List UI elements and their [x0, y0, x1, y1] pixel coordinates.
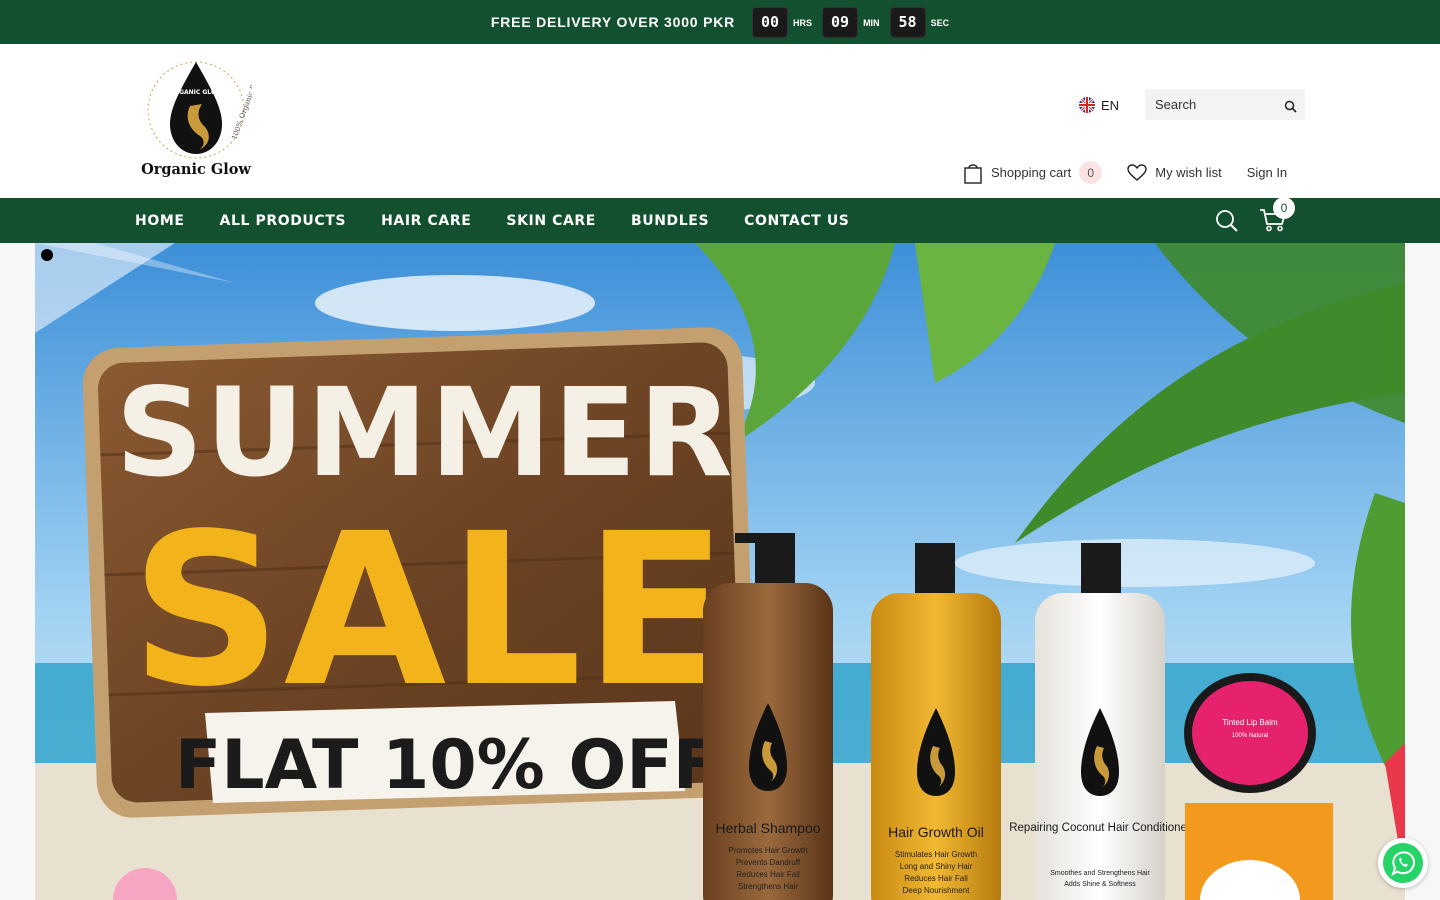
- nav-item-skin-care[interactable]: SKIN CARE: [506, 213, 596, 229]
- summer-sale-banner-image: SUMMER SALE FLAT 10% OFF Herbal Shampoo …: [35, 243, 1405, 900]
- search-icon[interactable]: [1284, 98, 1297, 117]
- svg-text:Long and Shiny Hair: Long and Shiny Hair: [900, 862, 973, 871]
- countdown-minutes-label: MIN: [863, 18, 880, 28]
- svg-text:Deep Nourishment: Deep Nourishment: [903, 886, 970, 895]
- hero-banner[interactable]: SUMMER SALE FLAT 10% OFF Herbal Shampoo …: [35, 243, 1405, 900]
- site-header: ORGANIC GLOW 100% Organic Product Organi…: [0, 44, 1440, 198]
- whatsapp-button[interactable]: [1378, 838, 1428, 888]
- site-logo[interactable]: ORGANIC GLOW 100% Organic Product Organi…: [140, 58, 266, 184]
- logo-name: Organic Glow: [141, 161, 251, 178]
- nav-item-bundles[interactable]: BUNDLES: [631, 213, 709, 229]
- svg-text:Tinted Lip Balm: Tinted Lip Balm: [1222, 718, 1278, 727]
- nav-item-hair-care[interactable]: HAIR CARE: [381, 213, 471, 229]
- wishlist-link[interactable]: My wish list: [1127, 163, 1222, 182]
- logo-drop-icon: ORGANIC GLOW 100% Organic Product: [147, 61, 266, 159]
- uk-flag-icon: [1079, 97, 1095, 113]
- nav-cart-badge: 0: [1273, 197, 1295, 219]
- svg-text:100% Natural: 100% Natural: [1232, 733, 1268, 739]
- svg-text:SALE: SALE: [130, 488, 729, 733]
- shopping-cart-link[interactable]: Shopping cart 0: [963, 161, 1103, 184]
- svg-text:Stimulates Hair Growth: Stimulates Hair Growth: [895, 850, 977, 859]
- svg-text:Promotes Hair Growth: Promotes Hair Growth: [728, 846, 807, 855]
- countdown-minutes: 09: [822, 6, 859, 38]
- svg-text:Reduces Hair Fall: Reduces Hair Fall: [904, 874, 968, 883]
- svg-text:Strengthens Hair: Strengthens Hair: [738, 882, 798, 891]
- svg-text:Repairing Coconut Hair Conditi: Repairing Coconut Hair Conditioner: [1009, 822, 1191, 834]
- shopping-cart-label: Shopping cart: [991, 165, 1072, 180]
- svg-text:ORGANIC GLOW: ORGANIC GLOW: [169, 89, 223, 96]
- slider-dot[interactable]: [41, 249, 53, 261]
- countdown-seconds: 58: [889, 6, 926, 38]
- account-links: Shopping cart 0 My wish list Sign In: [963, 161, 1287, 184]
- svg-text:Reduces Hair Fall: Reduces Hair Fall: [736, 870, 800, 879]
- announcement-bar: FREE DELIVERY OVER 3000 PKR 00 HRS 09 MI…: [0, 0, 1440, 44]
- svg-text:Prevents Dandruff: Prevents Dandruff: [736, 858, 801, 867]
- svg-text:Herbal Shampoo: Herbal Shampoo: [715, 820, 820, 836]
- wishlist-label: My wish list: [1155, 165, 1222, 180]
- nav-item-home[interactable]: HOME: [135, 213, 185, 229]
- countdown-hours: 00: [752, 6, 789, 38]
- heart-icon: [1127, 163, 1147, 182]
- svg-text:FLAT 10% OFF: FLAT 10% OFF: [175, 726, 719, 805]
- sign-in-link[interactable]: Sign In: [1247, 165, 1287, 180]
- svg-text:Hair Growth Oil: Hair Growth Oil: [888, 824, 984, 840]
- main-navigation: HOME ALL PRODUCTS HAIR CARE SKIN CARE BU…: [0, 197, 1440, 243]
- bag-icon: [963, 162, 983, 184]
- header-search: [1145, 89, 1305, 120]
- cart-count-badge: 0: [1079, 161, 1103, 184]
- search-input[interactable]: [1155, 97, 1280, 112]
- whatsapp-icon: [1382, 842, 1424, 884]
- svg-text:Smoothes and Strengthens Hair: Smoothes and Strengthens Hair: [1050, 870, 1150, 877]
- svg-text:Adds Shine & Softness: Adds Shine & Softness: [1064, 881, 1136, 888]
- svg-text:SUMMER: SUMMER: [115, 362, 734, 504]
- language-selector[interactable]: EN: [1079, 97, 1119, 113]
- free-delivery-text: FREE DELIVERY OVER 3000 PKR: [490, 14, 736, 30]
- language-label: EN: [1101, 97, 1120, 113]
- countdown-hours-label: HRS: [793, 18, 813, 28]
- search-icon[interactable]: [1215, 209, 1239, 237]
- nav-item-contact-us[interactable]: CONTACT US: [744, 213, 849, 229]
- svg-text:100% Organic Product: 100% Organic Product: [230, 62, 252, 141]
- countdown-seconds-label: SEC: [930, 18, 950, 28]
- nav-item-all-products[interactable]: ALL PRODUCTS: [220, 213, 347, 229]
